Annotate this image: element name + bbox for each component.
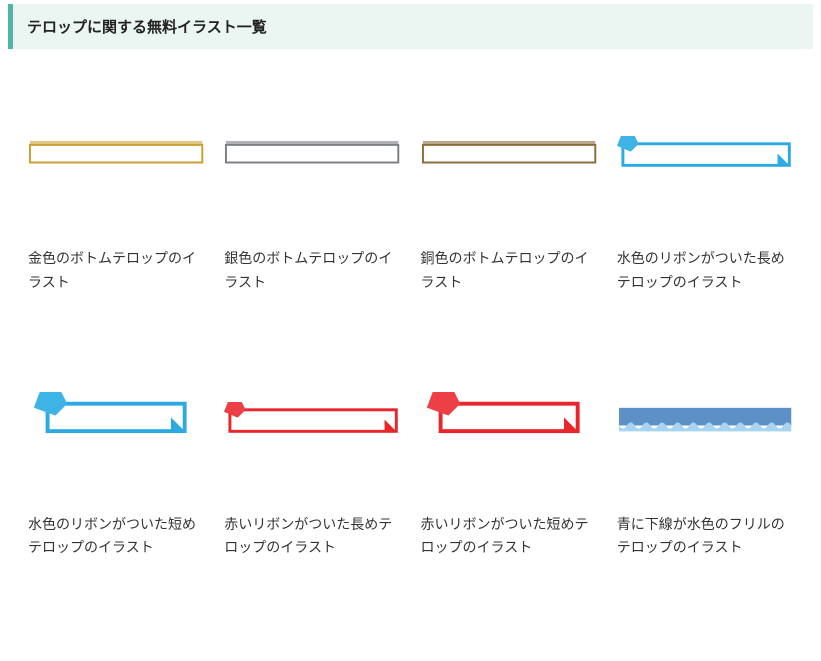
caption: 水色のリボンがついた短めテロップのイラスト: [28, 513, 204, 561]
illustration-card-gold[interactable]: 金色のボトムテロップのイラスト: [28, 69, 204, 295]
telop-icon: [421, 139, 597, 168]
telop-icon: [224, 139, 400, 168]
telop-icon: [617, 400, 793, 439]
thumbnail-gold-bottom-telop: [28, 69, 204, 239]
page-title-text: テロップに関する無料イラスト一覧: [27, 19, 267, 36]
illustration-card-bronze[interactable]: 銅色のボトムテロップのイラスト: [421, 69, 597, 295]
telop-icon: [617, 134, 793, 173]
caption: 水色のリボンがついた長めテロップのイラスト: [617, 247, 793, 295]
illustration-card-skyblue-long[interactable]: 水色のリボンがついた長めテロップのイラスト: [617, 69, 793, 295]
illustration-card-red-short[interactable]: 赤いリボンがついた短めテロップのイラスト: [421, 335, 597, 561]
telop-icon: [224, 400, 400, 439]
caption: 銀色のボトムテロップのイラスト: [224, 247, 400, 295]
illustration-card-blue-frill[interactable]: 青に下線が水色のフリルのテロップのイラスト: [617, 335, 793, 561]
illustration-card-silver[interactable]: 銀色のボトムテロップのイラスト: [224, 69, 400, 295]
telop-icon: [28, 390, 204, 449]
illustration-card-skyblue-short[interactable]: 水色のリボンがついた短めテロップのイラスト: [28, 335, 204, 561]
caption: 金色のボトムテロップのイラスト: [28, 247, 204, 295]
thumbnail-blue-frill-underline: [617, 335, 793, 505]
caption: 赤いリボンがついた短めテロップのイラスト: [421, 513, 597, 561]
thumbnail-skyblue-ribbon-long: [617, 69, 793, 239]
caption: 銅色のボトムテロップのイラスト: [421, 247, 597, 295]
telop-icon: [421, 390, 597, 449]
thumbnail-bronze-bottom-telop: [421, 69, 597, 239]
thumbnail-red-ribbon-short: [421, 335, 597, 505]
thumbnail-red-ribbon-long: [224, 335, 400, 505]
illustration-card-red-long[interactable]: 赤いリボンがついた長めテロップのイラスト: [224, 335, 400, 561]
caption: 赤いリボンがついた長めテロップのイラスト: [224, 513, 400, 561]
thumbnail-skyblue-ribbon-short: [28, 335, 204, 505]
telop-icon: [28, 139, 204, 168]
illustration-grid: 金色のボトムテロップのイラスト 銀色のボトムテロップのイラスト 銅色のボトムテロ…: [0, 69, 821, 588]
caption: 青に下線が水色のフリルのテロップのイラスト: [617, 513, 793, 561]
thumbnail-silver-bottom-telop: [224, 69, 400, 239]
page-title: テロップに関する無料イラスト一覧: [8, 4, 813, 49]
